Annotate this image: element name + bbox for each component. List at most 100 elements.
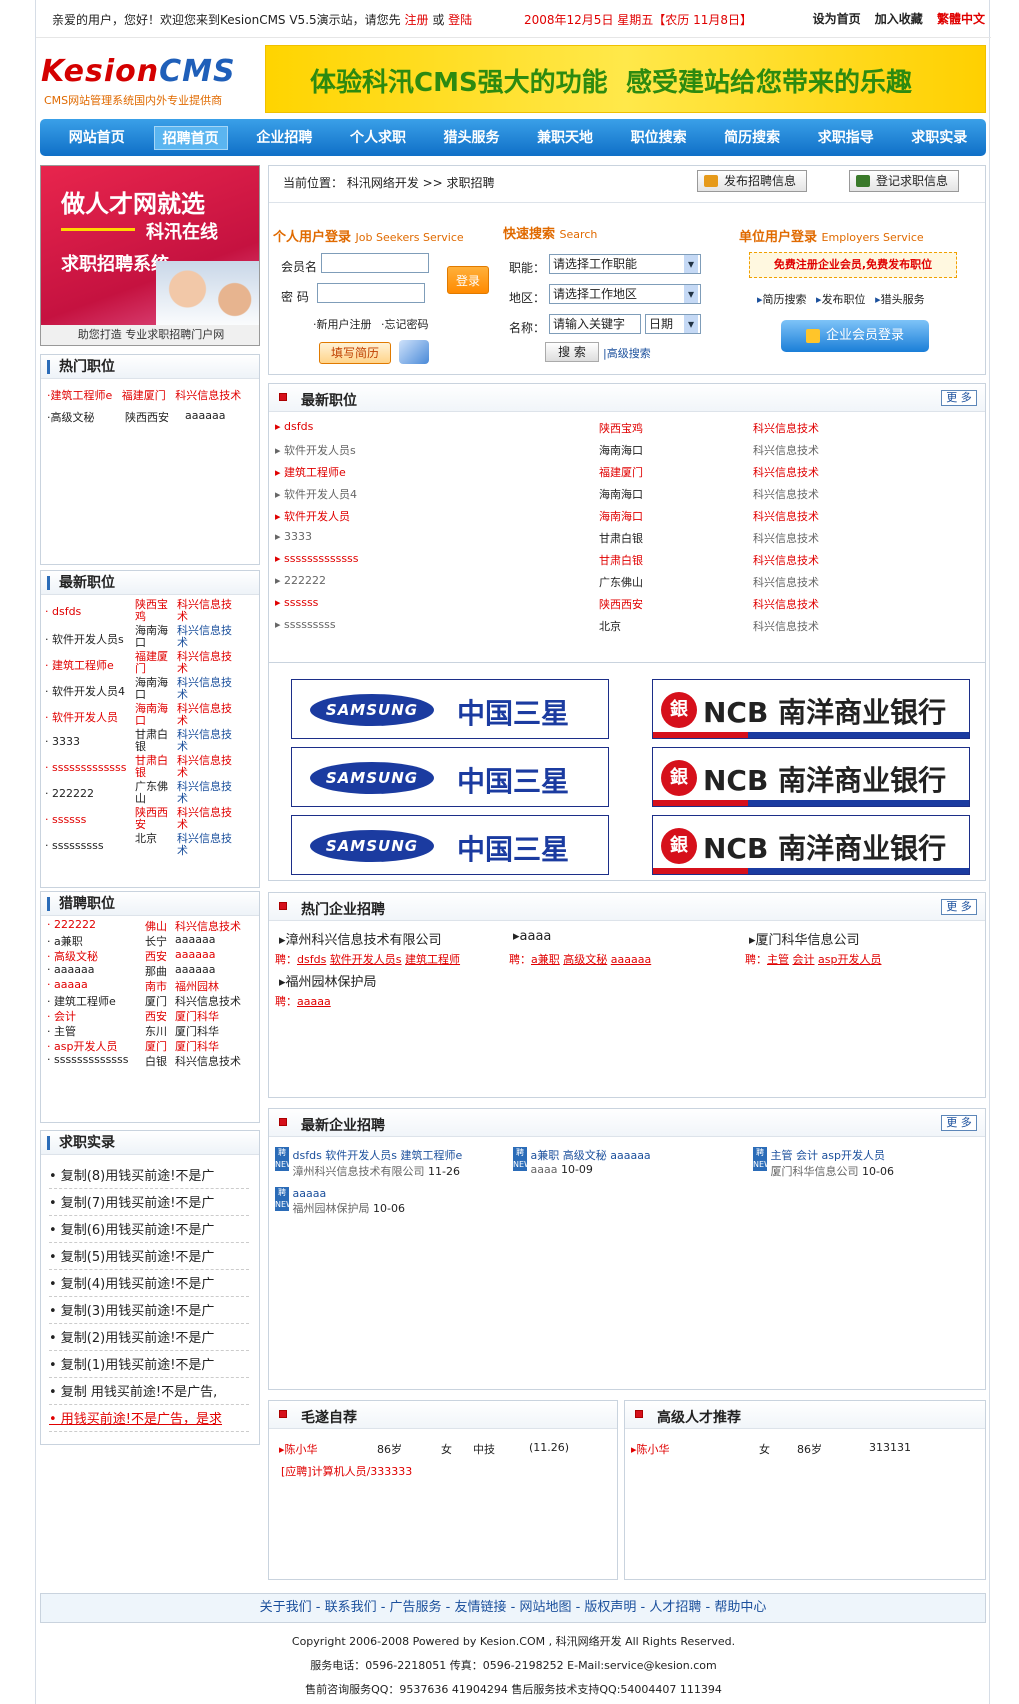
hot-company-more-button[interactable]: 更 多 — [941, 899, 977, 915]
latest-job-title[interactable]: ▸ dsfds — [275, 420, 313, 433]
post-job-button[interactable]: 发布招聘信息 — [697, 170, 808, 192]
company-jobs[interactable]: 聘：dsfds 软件开发人员s 建筑工程师 — [275, 951, 460, 967]
latest-side-job-title[interactable]: · 软件开发人员4 — [45, 683, 125, 699]
latest-side-job-title[interactable]: · 222222 — [45, 787, 94, 800]
headhunt-row[interactable]: · 会计 西安 厦门科华 — [47, 1008, 259, 1024]
latest-side-job-title[interactable]: · sssssssss — [45, 839, 104, 852]
headhunt-job-location[interactable]: 东川 — [145, 1023, 167, 1039]
nav-item-job-search[interactable]: 职位搜索 — [612, 126, 706, 150]
latest-side-row[interactable]: · ssssss 陕西西安 科兴信息技术 — [45, 807, 257, 833]
latest-side-job-location[interactable]: 海南海口 — [135, 703, 175, 727]
headhunt-row[interactable]: · a兼职 长宁 aaaaaa — [47, 933, 259, 949]
talent-name[interactable]: 陈小华 — [637, 1443, 670, 1456]
latest-job-row[interactable]: ▸ 软件开发人员4 海南海口 科兴信息技术 — [275, 486, 975, 502]
headhunt-job-company[interactable]: aaaaaa — [175, 963, 215, 976]
hot-job-title[interactable]: 高级文秘 — [51, 411, 95, 424]
fill-resume-button[interactable]: 填写简历 — [319, 342, 391, 364]
latest-side-job-location[interactable]: 甘肃白银 — [135, 755, 175, 779]
latest-side-row[interactable]: · sssssssssssss 甘肃白银 科兴信息技术 — [45, 755, 257, 781]
nav-item-parttime[interactable]: 兼职天地 — [518, 126, 612, 150]
latest-job-location[interactable]: 甘肃白银 — [599, 530, 643, 546]
latest-side-job-title[interactable]: · 3333 — [45, 735, 80, 748]
latest-job-location[interactable]: 福建厦门 — [599, 464, 643, 480]
register-resume-button[interactable]: 登记求职信息 — [849, 170, 960, 192]
headhunt-job-company[interactable]: 厦门科华 — [175, 1023, 219, 1039]
nav-item-company[interactable]: 企业招聘 — [238, 126, 332, 150]
company-jobs[interactable]: 聘：主管 会计 asp开发人员 — [745, 951, 881, 967]
post-position-link[interactable]: 发布职位 — [822, 293, 866, 306]
area-select[interactable]: 请选择工作地区 — [549, 284, 701, 304]
latest-company-item[interactable]: 聘 NEW 主管 会计 asp开发人员 厦门科华信息公司 10-06 — [753, 1147, 894, 1179]
ncb-ad[interactable]: 銀 NCB 南洋商业银行 — [652, 815, 970, 875]
headhunt-job-title[interactable]: · aaaaa — [47, 978, 88, 991]
headhunt-job-location[interactable]: 南市 — [145, 978, 167, 994]
headhunt-job-title[interactable]: · 建筑工程师e — [47, 995, 116, 1008]
latest-side-job-company[interactable]: 科兴信息技术 — [177, 781, 237, 805]
company-jobs[interactable]: 聘：aaaaa — [275, 993, 331, 1009]
headhunt-service-link[interactable]: 猎头服务 — [881, 293, 925, 306]
latest-side-job-company[interactable]: 科兴信息技术 — [177, 703, 237, 727]
headhunt-row[interactable]: · asp开发人员 厦门 厦门科华 — [47, 1038, 259, 1054]
latest-side-row[interactable]: · 软件开发人员 海南海口 科兴信息技术 — [45, 703, 257, 729]
username-input[interactable] — [321, 253, 429, 273]
company-name[interactable]: ▸aaaa — [513, 929, 551, 944]
favorite-link[interactable]: 加入收藏 — [875, 12, 923, 26]
ncb-ad[interactable]: 銀 NCB 南洋商业银行 — [652, 679, 970, 739]
nav-item-home[interactable]: 网站首页 — [50, 126, 144, 150]
latest-side-job-title[interactable]: · ssssss — [45, 813, 86, 826]
self-recommend-apply[interactable]: [应聘]计算机人员/333333 — [281, 1463, 412, 1479]
latest-job-company[interactable]: 科兴信息技术 — [753, 552, 819, 568]
record-item[interactable]: • 复制(4)用钱买前途!不是广 — [49, 1273, 249, 1297]
top-banner[interactable]: 体验科汛CMS强大的功能 感受建站给您带来的乐趣 — [265, 45, 986, 113]
headhunt-row[interactable]: · 建筑工程师e 厦门 科兴信息技术 — [47, 993, 259, 1009]
headhunt-job-title[interactable]: · sssssssssssss — [47, 1053, 129, 1066]
latest-job-company[interactable]: 科兴信息技术 — [753, 618, 819, 634]
latest-side-job-company[interactable]: 科兴信息技术 — [177, 807, 237, 831]
headhunt-job-title[interactable]: · 222222 — [47, 918, 96, 931]
latest-side-job-company[interactable]: 科兴信息技术 — [177, 833, 237, 857]
latest-side-job-company[interactable]: 科兴信息技术 — [177, 755, 237, 779]
promo-banner[interactable]: 做人才网就选 科汛在线 求职招聘系统 助您打造 专业求职招聘门户网 — [40, 165, 260, 346]
hot-job-location[interactable]: 福建厦门 — [122, 389, 166, 402]
record-item[interactable]: • 用钱买前途!不是广告，是求 — [49, 1408, 249, 1432]
latest-side-job-company[interactable]: 科兴信息技术 — [177, 651, 237, 675]
latest-job-location[interactable]: 陕西西安 — [599, 596, 643, 612]
latest-side-row[interactable]: · 3333 甘肃白银 科兴信息技术 — [45, 729, 257, 755]
password-input[interactable] — [317, 283, 425, 303]
latest-job-row[interactable]: ▸ 222222 广东佛山 科兴信息技术 — [275, 574, 975, 589]
latest-side-row[interactable]: · 建筑工程师e 福建厦门 科兴信息技术 — [45, 651, 257, 677]
headhunt-job-title[interactable]: · 会计 — [47, 1010, 76, 1023]
latest-side-job-title[interactable]: · 建筑工程师e — [45, 657, 114, 673]
headhunt-row[interactable]: · sssssssssssss 白银 科兴信息技术 — [47, 1053, 259, 1069]
hot-job-row[interactable]: ·建筑工程师e 福建厦门 科兴信息技术 — [47, 387, 241, 403]
headhunt-row[interactable]: · 222222 佛山 科兴信息技术 — [47, 918, 259, 933]
latest-job-row[interactable]: ▸ 3333 甘肃白银 科兴信息技术 — [275, 530, 975, 546]
nav-item-records[interactable]: 求职实录 — [892, 126, 986, 150]
record-item[interactable]: • 复制(2)用钱买前途!不是广 — [49, 1327, 249, 1351]
headhunt-row[interactable]: · aaaaaa 那曲 aaaaaa — [47, 963, 259, 978]
latest-job-row[interactable]: ▸ 软件开发人员 海南海口 科兴信息技术 — [275, 508, 975, 524]
latest-side-job-company[interactable]: 科兴信息技术 — [177, 625, 237, 649]
latest-side-job-location[interactable]: 福建厦门 — [135, 651, 175, 675]
company-name[interactable]: ▸福州园林保护局 — [279, 971, 377, 990]
headhunt-job-company[interactable]: 科兴信息技术 — [175, 1053, 241, 1069]
latest-job-company[interactable]: 科兴信息技术 — [753, 508, 819, 524]
headhunt-job-company[interactable]: 厦门科华 — [175, 1008, 219, 1024]
latest-side-row[interactable]: · 222222 广东佛山 科兴信息技术 — [45, 781, 257, 807]
headhunt-job-title[interactable]: · asp开发人员 — [47, 1040, 117, 1053]
latest-job-row[interactable]: ▸ ssssss 陕西西安 科兴信息技术 — [275, 596, 975, 612]
traditional-chinese-link[interactable]: 繁體中文 — [937, 12, 985, 26]
latest-job-location[interactable]: 甘肃白银 — [599, 552, 643, 568]
headhunt-job-title[interactable]: · a兼职 — [47, 935, 83, 948]
latest-job-title[interactable]: ▸ 建筑工程师e — [275, 466, 346, 479]
record-item[interactable]: • 复制(6)用钱买前途!不是广 — [49, 1219, 249, 1243]
latest-side-job-location[interactable]: 陕西宝鸡 — [135, 599, 175, 623]
latest-side-row[interactable]: · 软件开发人员s 海南海口 科兴信息技术 — [45, 625, 257, 651]
candidate-name[interactable]: 陈小华 — [285, 1443, 318, 1456]
person-login-button[interactable]: 登录 — [447, 266, 489, 294]
latest-job-title[interactable]: ▸ 软件开发人员 — [275, 510, 350, 523]
headhunt-job-company[interactable]: aaaaaa — [175, 933, 215, 946]
ncb-ad[interactable]: 銀 NCB 南洋商业银行 — [652, 747, 970, 807]
talent-row[interactable]: ▸陈小华 女 86岁 313131 — [631, 1441, 911, 1457]
company-login-button[interactable]: 企业会员登录 — [781, 320, 929, 352]
